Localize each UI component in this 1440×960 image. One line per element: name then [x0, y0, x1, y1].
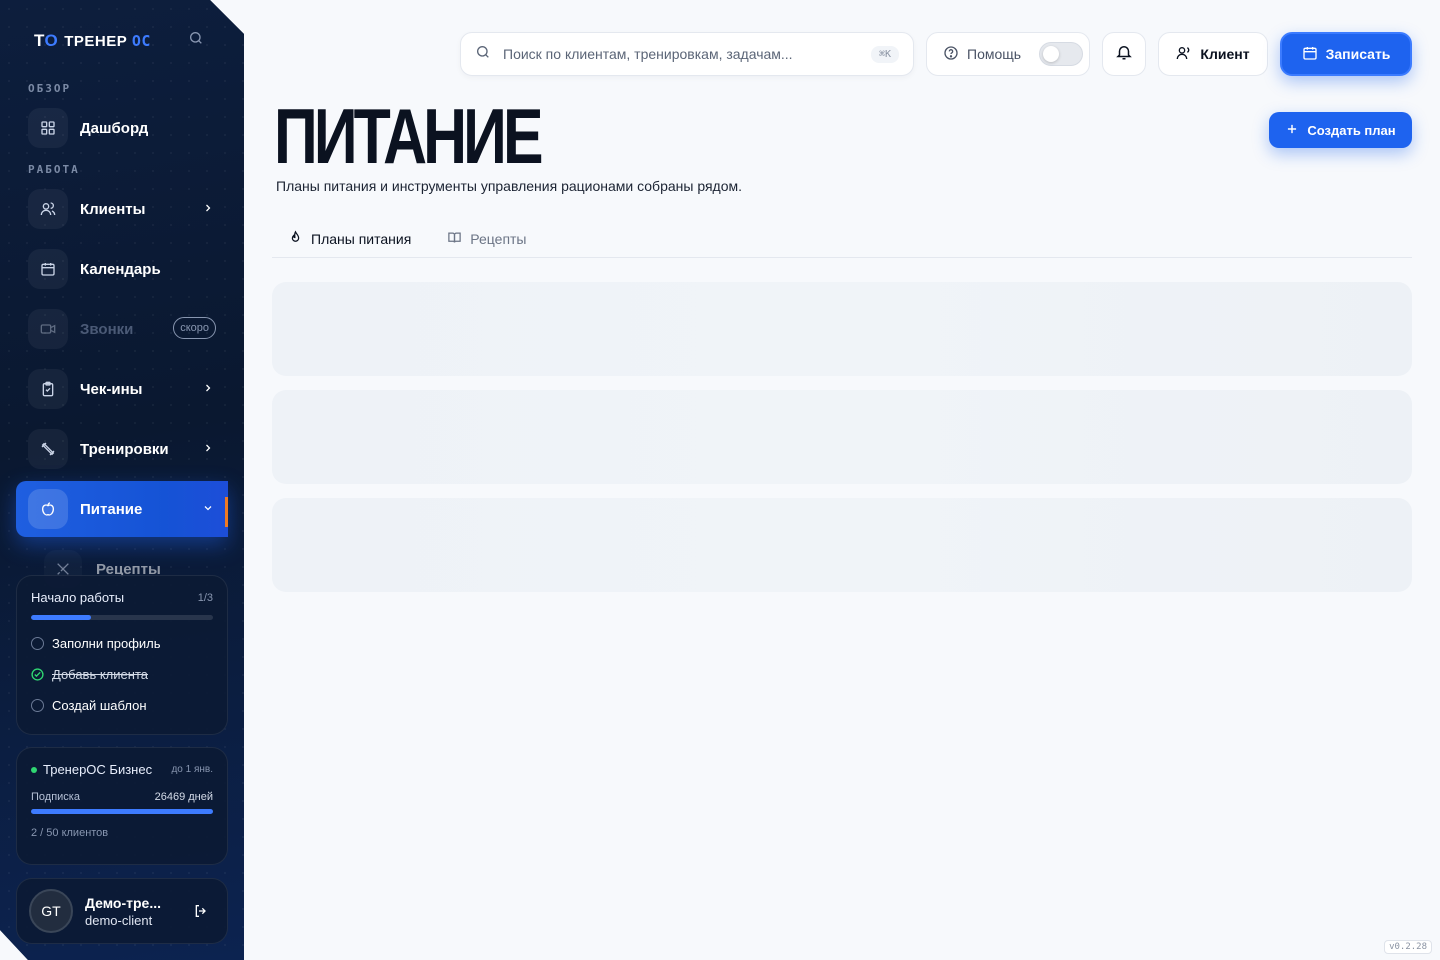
page-subtitle: Планы питания и инструменты управления р…	[276, 178, 743, 194]
shortcut-hint: ⌘K	[870, 45, 899, 63]
tab-meal-plans[interactable]: Планы питания	[288, 220, 411, 258]
onboarding-progress-fill	[31, 615, 92, 620]
help-label: Помощь	[967, 46, 1022, 62]
user-name: Демо-тре...	[85, 894, 161, 911]
create-plan-label: Создать план	[1307, 122, 1396, 138]
search-input[interactable]	[503, 46, 871, 62]
create-plan-button[interactable]: Создать план	[1269, 112, 1412, 148]
sidebar-item-label: Календарь	[80, 260, 161, 278]
calendar-icon	[28, 249, 68, 289]
logo-mark: ТО	[34, 31, 59, 50]
sidebar: ТО ТРЕНЕР ОС ОБЗОР Дашборд РАБОТА Клиент…	[0, 0, 244, 960]
sidebar-item-label: Тренировки	[80, 440, 169, 458]
subscription-card[interactable]: ТренерОС Бизнес до 1 янв. Подписка 26469…	[16, 747, 228, 865]
record-button[interactable]: Записать	[1280, 32, 1412, 76]
user-login: demo-client	[85, 912, 153, 928]
version-badge: v0.2.28	[1384, 940, 1432, 954]
notifications-button[interactable]	[1102, 32, 1146, 76]
logo[interactable]: ТО ТРЕНЕР ОС	[34, 31, 151, 51]
loading-skeleton	[272, 282, 1412, 376]
grid-icon	[28, 108, 68, 148]
logo-text: ТРЕНЕР ОС	[64, 32, 151, 50]
user-icon	[1176, 45, 1192, 64]
help-switch[interactable]	[1039, 42, 1084, 66]
users-icon	[28, 189, 68, 229]
book-open-icon	[447, 230, 462, 248]
task-label: Создай шаблон	[52, 698, 147, 713]
onboarding-count: 1/3	[197, 591, 213, 604]
section-label-work: РАБОТА	[28, 163, 80, 176]
video-icon	[28, 309, 68, 349]
chevron-right-icon	[202, 441, 214, 459]
clipboard-icon	[28, 369, 68, 409]
onboarding-task[interactable]: Создай шаблон	[31, 698, 213, 713]
plus-icon	[1285, 122, 1299, 139]
bell-icon	[1115, 43, 1133, 66]
onboarding-task[interactable]: Заполни профиль	[31, 636, 213, 651]
plan-until: до 1 янв.	[171, 764, 213, 775]
sidebar-item-workouts[interactable]: Тренировки	[16, 421, 228, 477]
task-label: Заполни профиль	[52, 636, 161, 651]
client-button-label: Клиент	[1200, 46, 1250, 62]
calendar-plus-icon	[1302, 45, 1318, 64]
onboarding-title: Начало работы	[31, 590, 125, 605]
chevron-down-icon	[202, 501, 214, 519]
circle-icon	[31, 637, 44, 650]
sidebar-item-calendar[interactable]: Календарь	[16, 241, 228, 297]
apple-icon	[28, 489, 68, 529]
task-label: Добавь клиента	[52, 667, 148, 682]
help-toggle[interactable]: Помощь	[926, 32, 1090, 76]
subscription-label: Подписка	[31, 791, 80, 803]
record-button-label: Записать	[1325, 46, 1391, 62]
client-button[interactable]: Клиент	[1158, 32, 1268, 76]
sidebar-item-label: Звонки	[80, 320, 134, 338]
chevron-right-icon	[202, 201, 214, 219]
subscription-days: 26469 дней	[154, 791, 213, 803]
tab-label: Планы питания	[311, 231, 412, 247]
loading-skeleton	[272, 498, 1412, 592]
tabs: Планы питания Рецепты	[272, 220, 1412, 258]
sidebar-item-label: Дашборд	[80, 119, 149, 137]
sidebar-item-label: Питание	[80, 500, 143, 518]
subscription-progress	[31, 809, 213, 814]
sidebar-item-label: Чек-ины	[80, 380, 143, 398]
flame-icon	[288, 230, 303, 248]
search-bar[interactable]: ⌘K	[460, 32, 914, 76]
loading-skeleton	[272, 390, 1412, 484]
clients-count: 2 / 50 клиентов	[31, 827, 109, 839]
sidebar-search-icon[interactable]	[188, 30, 208, 50]
onboarding-task[interactable]: Добавь клиента	[31, 667, 213, 682]
soon-badge: скоро	[173, 317, 216, 339]
help-circle-icon	[943, 45, 959, 64]
tab-label: Рецепты	[470, 231, 527, 247]
check-circle-icon	[31, 668, 44, 681]
page-title: ПИТАНИЕ	[274, 92, 544, 180]
sidebar-item-dashboard[interactable]: Дашборд	[16, 100, 228, 156]
status-dot	[31, 766, 37, 773]
onboarding-card: Начало работы 1/3 Заполни профиль Добавь…	[16, 575, 228, 735]
sidebar-item-clients[interactable]: Клиенты	[16, 181, 228, 237]
sidebar-item-label: Клиенты	[80, 200, 146, 218]
sidebar-item-checkins[interactable]: Чек-ины	[16, 361, 228, 417]
tab-recipes[interactable]: Рецепты	[447, 220, 527, 258]
user-card[interactable]: GT Демо-тре... demo-client	[16, 878, 228, 944]
plan-name: ТренерОС Бизнес	[31, 762, 152, 777]
avatar: GT	[29, 889, 73, 933]
onboarding-progress	[31, 615, 213, 620]
sidebar-item-calls: Звонки скоро	[16, 301, 228, 357]
logout-icon[interactable]	[193, 903, 209, 924]
section-label-overview: ОБЗОР	[28, 82, 72, 95]
chevron-right-icon	[202, 381, 214, 399]
sidebar-item-nutrition[interactable]: Питание	[16, 481, 228, 537]
dumbbell-icon	[28, 429, 68, 469]
circle-icon	[31, 699, 44, 712]
search-icon	[475, 44, 491, 65]
